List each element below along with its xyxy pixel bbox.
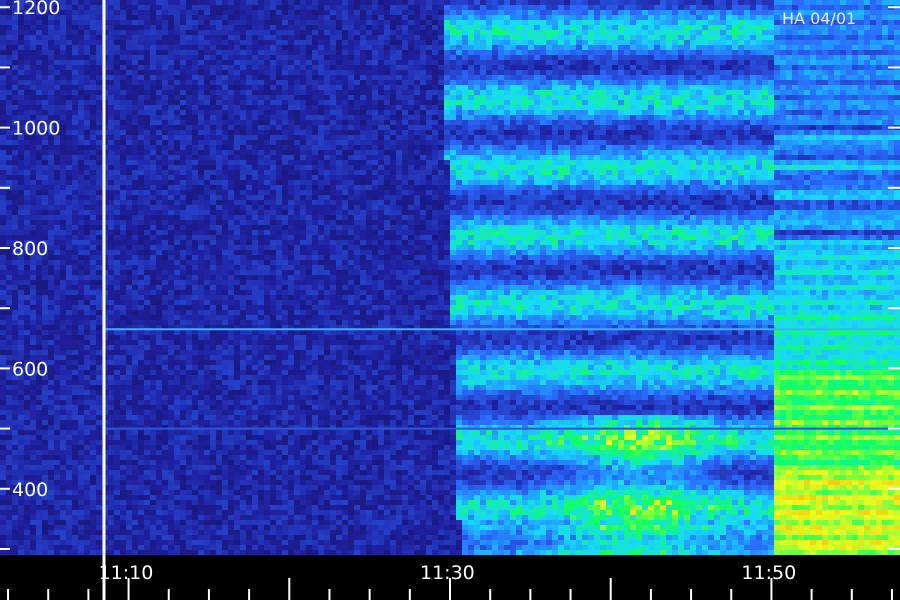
- observatory-stamp: HA 04/01: [782, 9, 856, 28]
- y-tick-label: 800: [12, 238, 48, 260]
- spectrogram-plot: 400 600 800 1000 1200 11:10 11:30 11:50 HA 04/0…: [0, 0, 900, 600]
- y-tick-label: 1000: [12, 118, 60, 140]
- x-tick-label: 11:50: [741, 562, 796, 584]
- y-tick-label: 1200: [12, 0, 60, 19]
- x-tick-label: 11:10: [99, 562, 154, 584]
- x-tick-label: 11:30: [420, 562, 475, 584]
- y-tick-label: 400: [12, 479, 48, 501]
- y-tick-label: 600: [12, 358, 48, 380]
- heatmap-area: [0, 0, 900, 600]
- spectrogram: 400 600 800 1000 1200 11:10 11:30 11:50 HA 04/0…: [0, 0, 900, 600]
